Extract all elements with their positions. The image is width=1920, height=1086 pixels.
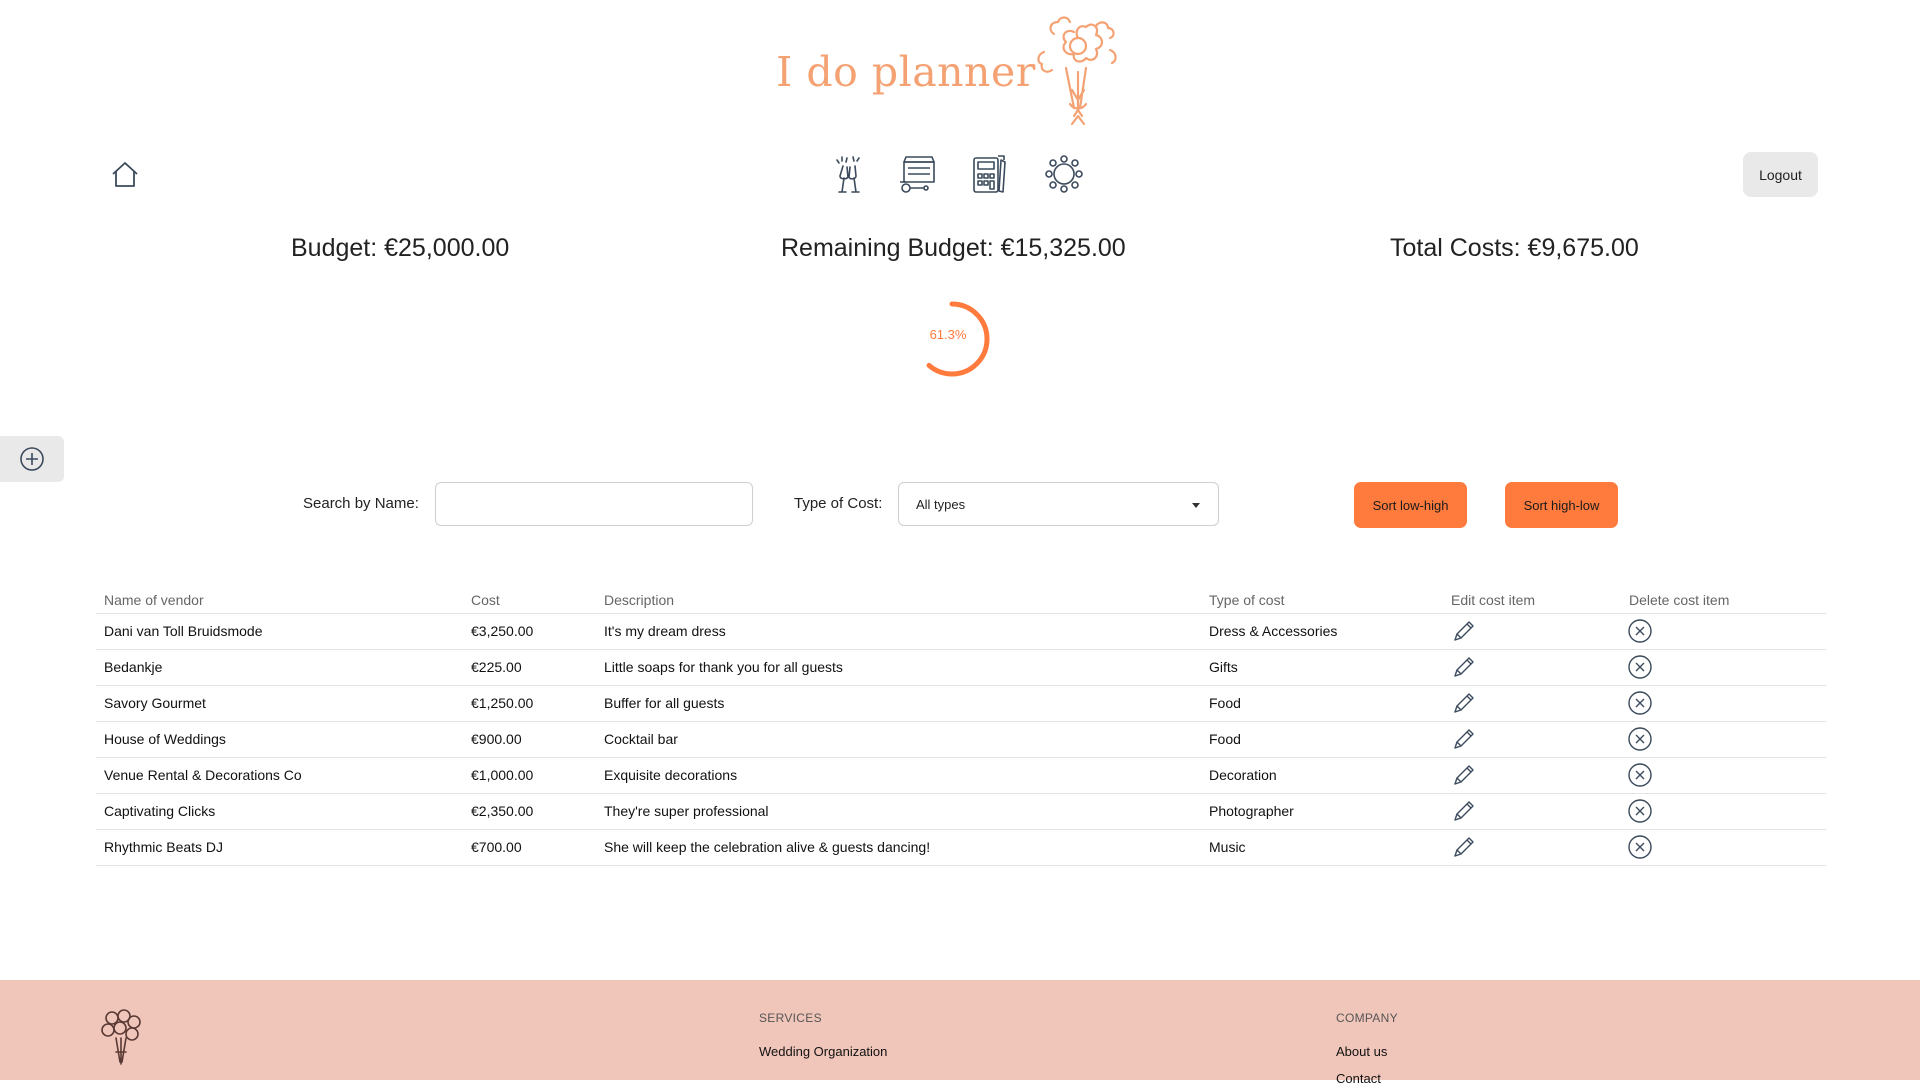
app-title: I do planner [776,48,1036,96]
header-vendor: Name of vendor [104,592,204,608]
flower-bouquet-icon [101,1009,141,1065]
cell-vendor: House of Weddings [104,731,226,747]
cell-description: It's my dream dress [604,623,726,639]
close-circle-icon[interactable] [1627,798,1653,824]
cell-vendor: Dani van Toll Bruidsmode [104,623,263,639]
table-row: Rhythmic Beats DJ €700.00 She will keep th… [96,830,1826,866]
cell-description: Cocktail bar [604,731,678,747]
type-select-value: All types [916,497,966,512]
pencil-icon[interactable] [1451,762,1477,788]
remaining-budget: Remaining Budget: €15,325.00 [781,234,1126,262]
cell-vendor: Bedankje [104,659,163,675]
cell-cost: €3,250.00 [471,623,534,639]
home-icon[interactable] [110,160,140,190]
footer-link-wedding-organization[interactable]: Wedding Organization [759,1044,887,1059]
budget-total: Budget: €25,000.00 [291,234,510,262]
progress-percentage: 61.3% [929,327,967,342]
close-circle-icon[interactable] [1627,726,1653,752]
cell-description: Buffer for all guests [604,695,725,711]
type-of-cost-select[interactable]: All types [898,482,1219,526]
cell-description: Exquisite decorations [604,767,738,783]
table-row: Venue Rental & Decorations Co €1,000.00 Ex… [96,758,1826,794]
table-header: Name of vendor Cost Description Type of … [96,586,1826,614]
seating-table-icon[interactable] [1042,152,1086,196]
footer-link-about-us[interactable]: About us [1336,1044,1387,1059]
budget-calculator-icon[interactable] [968,152,1012,196]
total-costs: Total Costs: €9,675.00 [1390,234,1639,262]
cell-cost: €700.00 [471,839,522,855]
cell-cost: €1,000.00 [471,767,534,783]
type-label: Type of Cost: [794,495,883,512]
pencil-icon[interactable] [1451,618,1477,644]
footer-company-heading: COMPANY [1336,1011,1398,1025]
pencil-icon[interactable] [1451,690,1477,716]
cell-vendor: Venue Rental & Decorations Co [104,767,302,783]
table-row: Dani van Toll Bruidsmode €3,250.00 It's my… [96,614,1826,650]
table-row: Captivating Clicks €2,350.00 They're super… [96,794,1826,830]
cell-description: She will keep the celebration alive & gu… [604,839,931,855]
add-cost-item-tab[interactable] [0,436,64,482]
header-cost: Cost [471,592,500,608]
cell-cost: €225.00 [471,659,522,675]
cell-type: Music [1209,839,1246,855]
sort-high-low-button[interactable]: Sort high-low [1505,482,1618,528]
table-row: Savory Gourmet €1,250.00 Buffer for all gu… [96,686,1826,722]
header-delete: Delete cost item [1629,592,1730,608]
search-label: Search by Name: [303,495,419,512]
logout-button[interactable]: Logout [1743,152,1818,197]
cell-type: Gifts [1209,659,1238,675]
close-circle-icon[interactable] [1627,834,1653,860]
cell-vendor: Savory Gourmet [104,695,206,711]
table-row: House of Weddings €900.00 Cocktail bar Food [96,722,1826,758]
cell-description: They're super professional [604,803,769,819]
footer-link-contact[interactable]: Contact [1336,1071,1381,1086]
cell-cost: €1,250.00 [471,695,534,711]
cell-vendor: Captivating Clicks [104,803,216,819]
cost-table: Name of vendor Cost Description Type of … [96,586,1826,866]
footer [0,980,1920,1080]
caret-down-icon [1192,503,1200,508]
close-circle-icon[interactable] [1627,618,1653,644]
sort-low-high-button[interactable]: Sort low-high [1354,482,1467,528]
header-type: Type of cost [1209,592,1285,608]
pencil-icon[interactable] [1451,726,1477,752]
cell-type: Food [1209,731,1241,747]
close-circle-icon[interactable] [1627,654,1653,680]
pencil-icon[interactable] [1451,798,1477,824]
header-description: Description [604,592,675,608]
table-row: Bedankje €225.00 Little soaps for thank yo… [96,650,1826,686]
cell-type: Food [1209,695,1241,711]
search-input[interactable] [435,482,753,526]
cell-type: Dress & Accessories [1209,623,1338,639]
cell-vendor: Rhythmic Beats DJ [104,839,224,855]
cell-cost: €2,350.00 [471,803,534,819]
pencil-icon[interactable] [1451,654,1477,680]
close-circle-icon[interactable] [1627,690,1653,716]
close-circle-icon[interactable] [1627,762,1653,788]
pencil-icon[interactable] [1451,834,1477,860]
footer-services-heading: SERVICES [759,1011,822,1025]
cell-type: Photographer [1209,803,1294,819]
add-circle-icon [20,447,44,471]
cell-description: Little soaps for thank you for all guest… [604,659,843,675]
cart-food-icon[interactable] [896,152,940,196]
header-edit: Edit cost item [1451,592,1536,608]
champagne-toast-icon[interactable] [827,152,871,196]
cell-type: Decoration [1209,767,1277,783]
table-body: Dani van Toll Bruidsmode €3,250.00 It's my… [96,614,1826,866]
cell-cost: €900.00 [471,731,522,747]
flower-bouquet-icon [1037,16,1117,126]
